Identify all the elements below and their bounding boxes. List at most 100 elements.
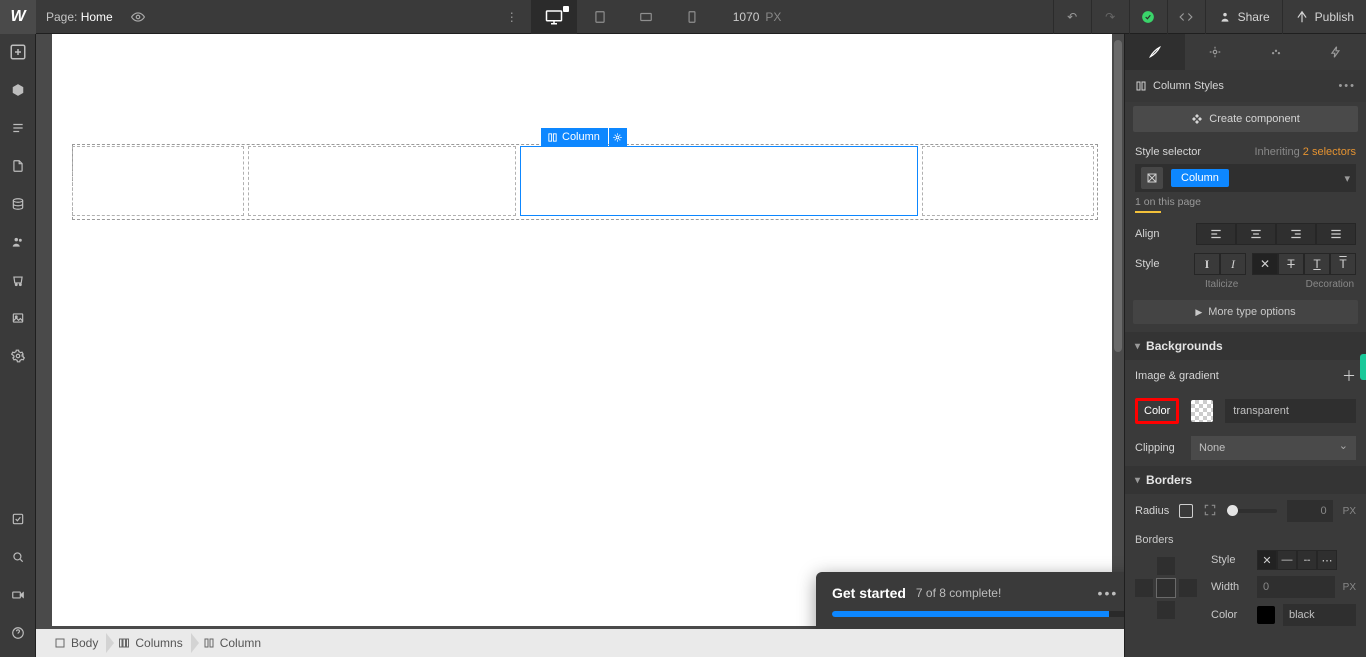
tab-style[interactable] [1125, 34, 1185, 70]
border-style-label: Style [1211, 554, 1249, 566]
toast-progress-text: 7 of 8 complete! [916, 586, 1001, 600]
add-element-icon[interactable] [8, 42, 28, 62]
decoration-underline-button[interactable]: T [1304, 253, 1330, 275]
topbar: W Page: Home ⋮ 1070 PX ↶ ↷ Share Publish [0, 0, 1366, 34]
add-gradient-button[interactable]: ＋ [1342, 366, 1356, 386]
radius-unit[interactable]: PX [1343, 506, 1356, 517]
radius-individual-icon[interactable] [1203, 503, 1217, 520]
status-check-icon[interactable] [1129, 0, 1167, 34]
border-left-button[interactable] [1135, 579, 1153, 597]
toast-menu-icon[interactable]: ••• [1098, 585, 1119, 601]
inheriting-link[interactable]: 2 selectors [1303, 146, 1356, 158]
search-icon[interactable] [8, 547, 28, 567]
share-button[interactable]: Share [1205, 0, 1282, 34]
border-style-dashed-button[interactable]: ╌ [1297, 550, 1317, 570]
help-icon[interactable] [8, 623, 28, 643]
border-width-input[interactable]: 0 [1257, 576, 1335, 598]
border-style-none-button[interactable]: ✕ [1257, 550, 1277, 570]
decoration-strike-button[interactable]: T [1278, 253, 1304, 275]
selection-settings-icon[interactable] [609, 128, 627, 146]
canvas-width-display[interactable]: 1070 PX [733, 10, 782, 24]
style-italic-button[interactable]: I [1220, 253, 1246, 275]
tab-effects[interactable] [1306, 34, 1366, 70]
create-component-button[interactable]: Create component [1133, 106, 1358, 132]
border-color-label: Color [1211, 609, 1249, 621]
crumb-column[interactable]: Column [193, 629, 271, 657]
settings-icon[interactable] [8, 346, 28, 366]
border-right-button[interactable] [1179, 579, 1197, 597]
align-justify-button[interactable] [1316, 223, 1356, 245]
cms-icon[interactable] [8, 194, 28, 214]
border-all-button[interactable] [1157, 579, 1175, 597]
decoration-none-button[interactable]: ✕ [1252, 253, 1278, 275]
borders-section-header[interactable]: Borders [1125, 466, 1366, 494]
audit-icon[interactable] [8, 509, 28, 529]
selector-target-icon[interactable] [1141, 167, 1163, 189]
clipping-select[interactable]: None [1191, 436, 1356, 460]
selection-badge[interactable]: Column [541, 128, 627, 146]
selector-tag[interactable]: Column [1171, 169, 1229, 187]
redo-button[interactable]: ↷ [1091, 0, 1129, 34]
align-center-button[interactable] [1236, 223, 1276, 245]
selector-caret-icon[interactable]: ▾ [1344, 172, 1350, 185]
canvas-scrollbar[interactable] [1114, 40, 1122, 352]
pages-icon[interactable] [8, 156, 28, 176]
tab-settings[interactable] [1185, 34, 1245, 70]
webflow-logo[interactable]: W [0, 0, 36, 34]
crumb-columns[interactable]: Columns [108, 629, 192, 657]
video-icon[interactable] [8, 585, 28, 605]
device-phone-button[interactable] [669, 0, 715, 34]
bg-color-input[interactable]: transparent [1225, 399, 1356, 423]
border-style-dotted-button[interactable]: ⋯ [1317, 550, 1337, 570]
device-desktop-button[interactable] [531, 0, 577, 34]
panel-header-more-icon[interactable]: ••• [1338, 80, 1356, 92]
page-surface[interactable]: Column Get started 7 of 8 complete! ••• … [52, 34, 1112, 626]
column-3-selected[interactable] [520, 146, 918, 216]
align-right-button[interactable] [1276, 223, 1316, 245]
border-width-unit[interactable]: PX [1343, 582, 1356, 593]
selector-input[interactable]: Column ▾ [1135, 164, 1356, 192]
assets-icon[interactable] [8, 308, 28, 328]
page-selector[interactable]: Page: Home [36, 10, 123, 24]
text-style-label: Style [1135, 258, 1179, 270]
navigator-icon[interactable] [8, 118, 28, 138]
crumb-body[interactable]: Body [44, 629, 108, 657]
users-icon[interactable] [8, 232, 28, 252]
align-label: Align [1135, 228, 1179, 240]
style-selector-row: Style selector Inheriting 2 selectors [1125, 136, 1366, 162]
canvas-area: Column Get started 7 of 8 complete! ••• … [36, 34, 1124, 629]
undo-button[interactable]: ↶ [1053, 0, 1091, 34]
canvas-width-value: 1070 [733, 10, 760, 24]
decoration-overline-button[interactable]: T [1330, 253, 1356, 275]
radius-all-icon[interactable] [1179, 504, 1193, 518]
column-2[interactable] [248, 146, 516, 216]
export-code-button[interactable] [1167, 0, 1205, 34]
device-landscape-button[interactable] [623, 0, 669, 34]
bg-color-swatch[interactable] [1191, 400, 1213, 422]
border-top-button[interactable] [1157, 557, 1175, 575]
border-bottom-button[interactable] [1157, 601, 1175, 619]
column-4[interactable] [922, 146, 1094, 216]
bg-color-label: Color [1135, 398, 1179, 424]
ecommerce-icon[interactable] [8, 270, 28, 290]
border-style-solid-button[interactable]: — [1277, 550, 1297, 570]
page-name: Home [81, 10, 113, 24]
device-tablet-button[interactable] [577, 0, 623, 34]
symbols-icon[interactable] [8, 80, 28, 100]
panel-header-title: Column Styles [1153, 80, 1224, 92]
style-regular-button[interactable]: I [1194, 253, 1220, 275]
column-1[interactable] [72, 146, 244, 216]
preview-toggle-icon[interactable] [123, 0, 153, 34]
radius-input[interactable]: 0 [1287, 500, 1333, 522]
tab-interactions[interactable] [1246, 34, 1306, 70]
columns-row [72, 146, 1098, 216]
decoration-label: Decoration [1306, 279, 1354, 290]
publish-button[interactable]: Publish [1282, 0, 1366, 34]
radius-slider[interactable] [1227, 509, 1276, 513]
border-color-input[interactable]: black [1283, 604, 1356, 626]
backgrounds-section-header[interactable]: Backgrounds [1125, 332, 1366, 360]
align-left-button[interactable] [1196, 223, 1236, 245]
border-color-swatch[interactable] [1257, 606, 1275, 624]
more-type-options-button[interactable]: ▶More type options [1133, 300, 1358, 324]
topbar-menu-icon[interactable]: ⋮ [493, 0, 531, 34]
